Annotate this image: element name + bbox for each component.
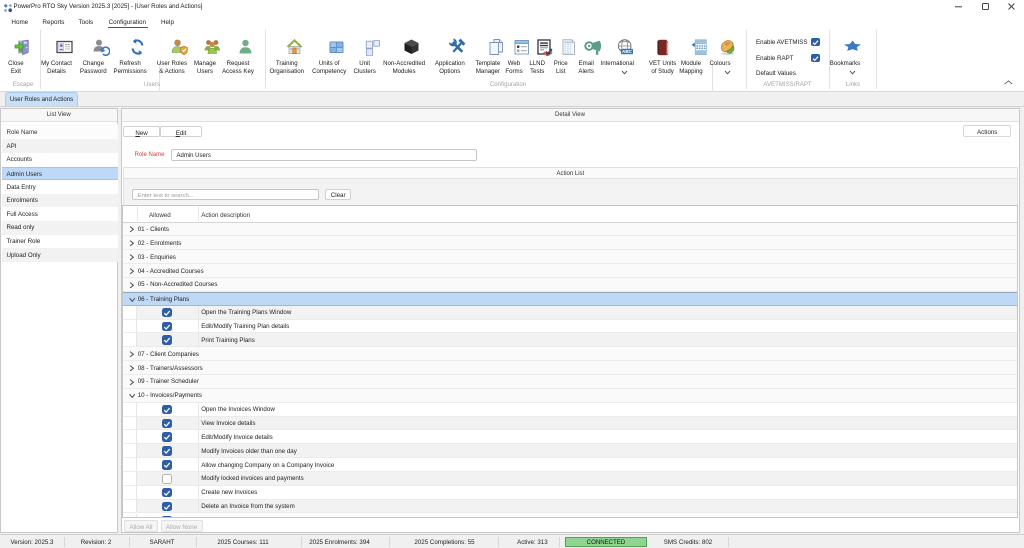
svg-text:ABC: ABC	[622, 49, 633, 54]
